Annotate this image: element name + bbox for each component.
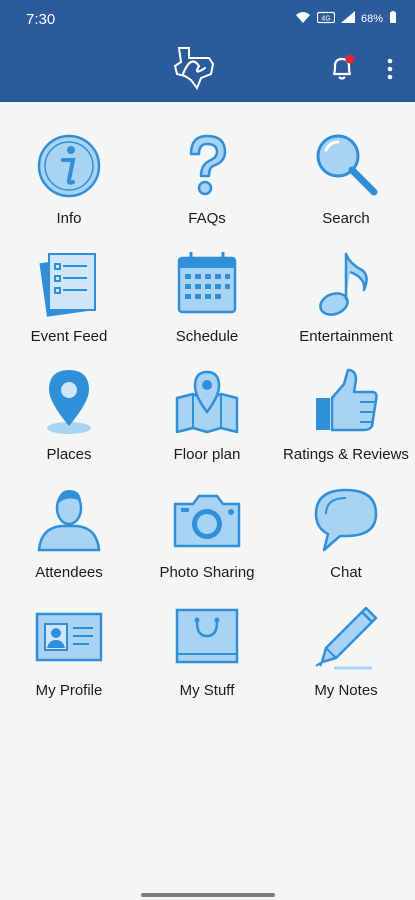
tile-places[interactable]: Places <box>0 346 138 464</box>
document-stack-icon <box>33 250 105 318</box>
wifi-icon <box>295 11 311 27</box>
tile-my-notes[interactable]: My Notes <box>277 582 415 700</box>
status-icons: 4G 68% <box>295 11 397 27</box>
person-icon <box>33 486 105 554</box>
camera-icon <box>171 486 243 554</box>
tile-label: My Profile <box>35 682 103 699</box>
volte-icon: 4G <box>316 11 336 27</box>
status-time: 7:30 <box>26 10 56 28</box>
more-menu-button[interactable] <box>380 56 400 82</box>
notifications-button[interactable] <box>326 52 358 84</box>
tile-label: Floor plan <box>173 446 241 463</box>
tile-label: Event Feed <box>30 328 108 345</box>
tile-entertainment[interactable]: Entertainment <box>277 228 415 346</box>
shopping-bag-icon <box>171 604 243 672</box>
bell-icon <box>332 54 355 80</box>
tile-schedule[interactable]: Schedule <box>138 228 276 346</box>
question-icon <box>171 132 243 200</box>
music-note-icon <box>310 250 382 318</box>
tile-label: Search <box>322 210 370 227</box>
battery-percent: 68% <box>360 13 383 25</box>
tile-my-stuff[interactable]: My Stuff <box>138 582 276 700</box>
pen-icon <box>310 604 382 672</box>
more-vertical-icon <box>387 58 393 80</box>
tile-label: Info <box>56 210 82 227</box>
map-pin-icon <box>33 368 105 436</box>
tile-label: Entertainment <box>299 328 393 345</box>
tile-label: My Notes <box>314 682 378 699</box>
tile-event-feed[interactable]: Event Feed <box>0 228 138 346</box>
tile-label: Places <box>46 446 92 463</box>
top-header: 7:30 4G 68% <box>0 0 415 102</box>
app-bar <box>0 38 415 102</box>
status-bar: 7:30 4G 68% <box>0 0 415 38</box>
tile-attendees[interactable]: Attendees <box>0 464 138 582</box>
svg-text:4G: 4G <box>321 16 330 23</box>
info-icon <box>33 132 105 200</box>
tile-faqs[interactable]: FAQs <box>138 110 276 228</box>
signal-icon <box>340 11 355 27</box>
calendar-icon <box>171 250 243 318</box>
tile-info[interactable]: Info <box>0 110 138 228</box>
gesture-nav-bar[interactable] <box>141 893 275 897</box>
map-icon <box>171 368 243 436</box>
tile-chat[interactable]: Chat <box>277 464 415 582</box>
id-card-icon <box>33 604 105 672</box>
notification-badge <box>345 54 355 64</box>
tile-search[interactable]: Search <box>277 110 415 228</box>
tile-photo-sharing[interactable]: Photo Sharing <box>138 464 276 582</box>
texas-logo-icon <box>169 44 219 91</box>
tile-my-profile[interactable]: My Profile <box>0 582 138 700</box>
tile-label: Photo Sharing <box>159 564 255 581</box>
tile-ratings-reviews[interactable]: Ratings & Reviews <box>277 346 415 464</box>
tile-label: FAQs <box>188 210 226 227</box>
tile-label: Chat <box>330 564 362 581</box>
magnifier-icon <box>310 132 382 200</box>
tile-label: Ratings & Reviews <box>283 446 409 463</box>
battery-icon <box>389 11 397 27</box>
tile-label: Schedule <box>175 328 239 345</box>
tile-label: My Stuff <box>179 682 235 699</box>
tile-floor-plan[interactable]: Floor plan <box>138 346 276 464</box>
thumbs-up-icon <box>310 368 382 436</box>
speech-bubble-icon <box>310 486 382 554</box>
tile-label: Attendees <box>35 564 103 581</box>
